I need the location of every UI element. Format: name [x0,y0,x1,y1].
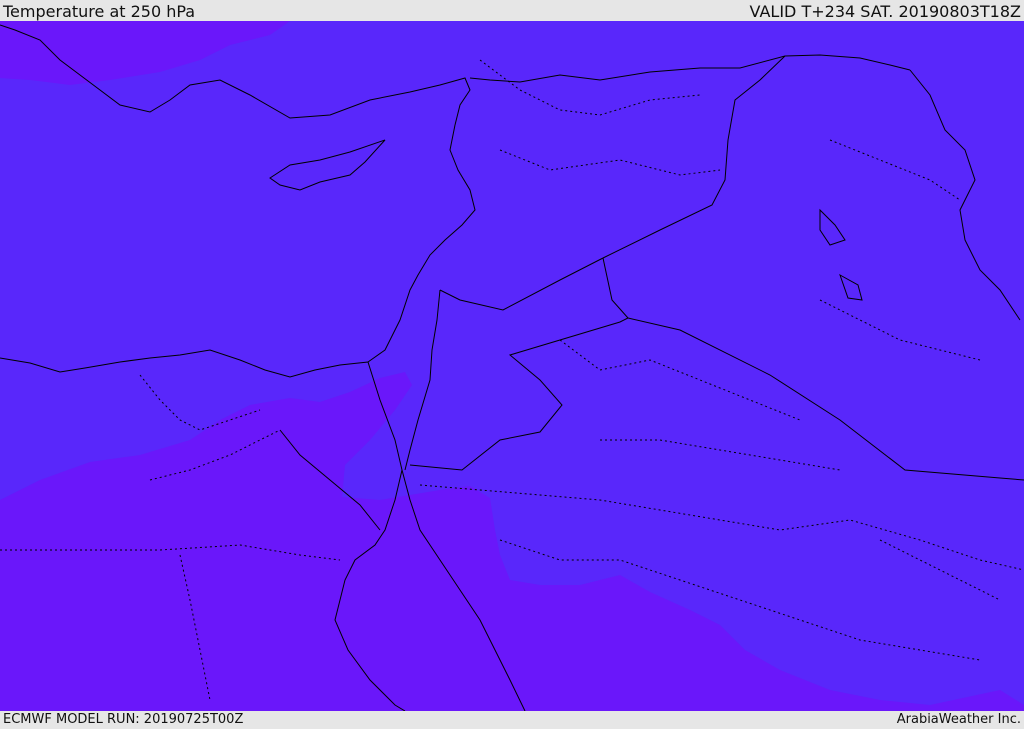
map-canvas [0,21,1024,711]
footer-bar: ECMWF MODEL RUN: 20190725T00Z ArabiaWeat… [0,711,1024,729]
weather-map[interactable] [0,21,1024,711]
header-bar: Temperature at 250 hPa VALID T+234 SAT. … [0,0,1024,21]
valid-time-label: VALID T+234 SAT. 20190803T18Z [749,2,1021,21]
credit-label: ArabiaWeather Inc. [896,712,1021,727]
model-run-label: ECMWF MODEL RUN: 20190725T00Z [3,712,244,727]
map-title: Temperature at 250 hPa [3,2,196,21]
